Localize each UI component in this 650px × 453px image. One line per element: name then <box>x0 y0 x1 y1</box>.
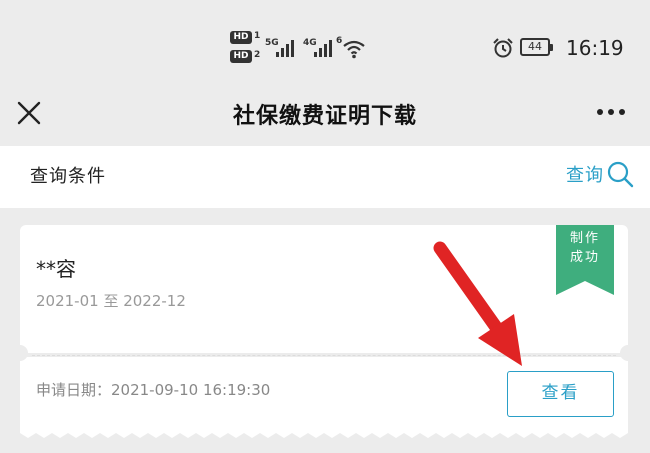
view-button[interactable]: 查看 <box>507 371 614 417</box>
card-zigzag-edge <box>20 431 628 438</box>
battery-icon: 44 <box>520 38 553 56</box>
certificate-card[interactable] <box>20 225 628 353</box>
query-condition-bar: 查询条件 查询 <box>0 146 650 208</box>
hd2-badge: HD <box>230 50 252 63</box>
apply-date: 申请日期：2021-09-10 16:19:30 <box>36 381 271 399</box>
more-icon[interactable] <box>596 107 626 117</box>
hd1-number: 1 <box>254 31 261 41</box>
page-title: 社保缴费证明下载 <box>232 104 417 129</box>
annotation-arrow-icon <box>433 241 522 366</box>
query-button[interactable]: 查询 <box>566 160 634 188</box>
card-notch-right <box>620 345 636 361</box>
status-ribbon-text: 制作 成功 <box>556 229 614 267</box>
card-notch-left <box>12 345 28 361</box>
nav-bar: 社保缴费证明下载 <box>0 90 650 146</box>
card-divider <box>32 355 616 356</box>
signal-icon <box>276 40 294 57</box>
search-icon <box>607 161 634 188</box>
hd1-badge: HD <box>230 31 252 44</box>
status-bar: HD 1 HD 2 5G 4G 6 44 16:19 <box>0 0 650 90</box>
signal-icon <box>314 40 332 57</box>
hd2-number: 2 <box>254 50 261 60</box>
query-condition-label: 查询条件 <box>30 166 106 187</box>
status-ribbon-line2: 成功 <box>569 250 600 265</box>
payment-period: 2021-01 至 2022-12 <box>36 292 186 310</box>
alarm-icon <box>493 38 513 58</box>
wifi-icon <box>343 40 365 59</box>
status-time: 16:19 <box>566 36 624 60</box>
insured-name: **容 <box>36 257 76 281</box>
query-button-label: 查询 <box>566 165 604 186</box>
status-ribbon-line1: 制作 <box>569 231 600 246</box>
